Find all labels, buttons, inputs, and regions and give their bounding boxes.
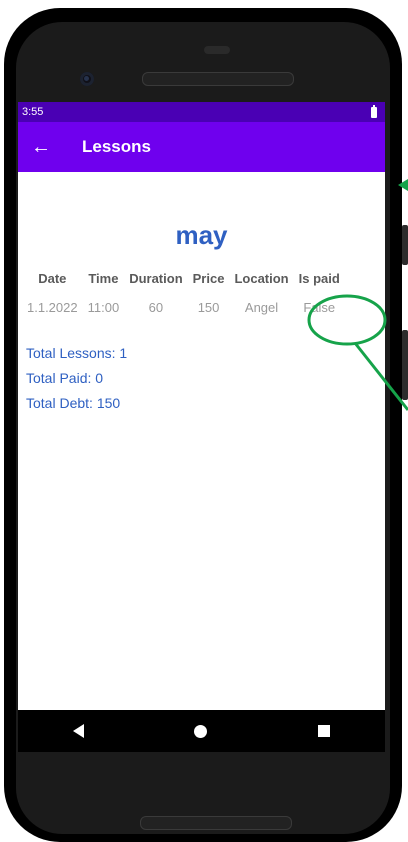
nav-home-icon[interactable] [194, 724, 208, 738]
table-row[interactable]: 1.1.2022 11:00 60 150 Angel False [22, 292, 345, 323]
totals-section: Total Lessons: 1 Total Paid: 0 Total Deb… [18, 345, 385, 411]
notch [204, 46, 230, 54]
column-header-price: Price [192, 271, 225, 286]
cell-date: 1.1.2022 [27, 300, 78, 315]
cell-duration: 60 [148, 300, 164, 315]
app-bar: ← Lessons [18, 122, 385, 172]
cell-is-paid: False [303, 300, 336, 315]
volume-button [402, 330, 408, 400]
earpiece-speaker [142, 72, 294, 86]
power-button [402, 225, 408, 265]
camera-icon [80, 72, 94, 86]
bottom-speaker [140, 816, 292, 830]
system-nav-bar [18, 710, 385, 752]
status-bar: 3:55 [18, 102, 385, 122]
month-heading: may [175, 220, 228, 250]
column-header-location: Location [234, 271, 289, 286]
cell-time: 11:00 [87, 300, 120, 315]
cell-price: 150 [197, 300, 220, 315]
column-header-date: Date [38, 271, 67, 286]
table-header-row: Date Time Duration Price Location Is pai… [22, 265, 345, 292]
lessons-table: Date Time Duration Price Location Is pai… [22, 265, 345, 323]
status-time: 3:55 [22, 106, 44, 118]
nav-recents-icon[interactable] [317, 725, 330, 737]
cell-location: Angel [244, 300, 279, 315]
battery-icon [371, 104, 377, 118]
total-lessons: Total Lessons: 1 [26, 345, 128, 361]
column-header-time: Time [88, 271, 119, 286]
app-screen: 3:55 ← Lessons may Date Time Duration Pr… [18, 102, 385, 710]
back-arrow-icon[interactable]: ← [18, 122, 64, 172]
total-paid: Total Paid: 0 [26, 370, 104, 386]
page-title: Lessons [82, 137, 151, 156]
total-debt: Total Debt: 150 [26, 395, 121, 411]
column-header-is-paid: Is paid [298, 271, 340, 286]
column-header-duration: Duration [129, 271, 183, 286]
nav-back-icon[interactable] [73, 724, 85, 738]
